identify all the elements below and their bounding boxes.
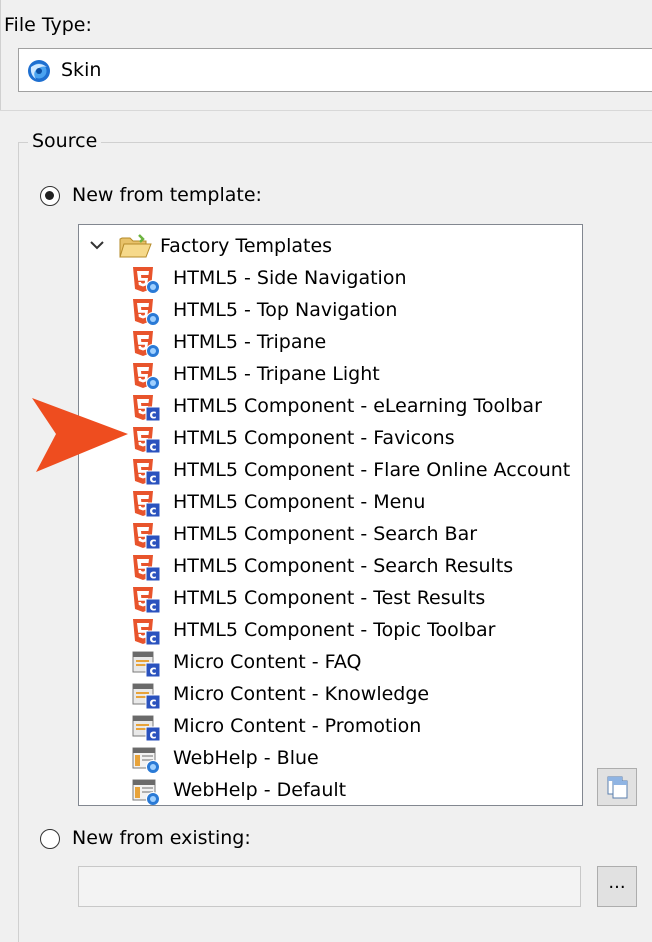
- micro-content-icon: c: [131, 714, 161, 742]
- source-label: Source: [28, 130, 102, 152]
- file-type-label: File Type:: [4, 14, 92, 36]
- html5-skin-icon: [131, 298, 161, 326]
- tree-item-label: Micro Content - FAQ: [173, 651, 362, 673]
- tree-item-label: HTML5 - Top Navigation: [173, 299, 398, 321]
- html5-component-icon: c: [131, 426, 161, 454]
- new-from-existing-radio[interactable]: [40, 829, 60, 849]
- tree-node-label: Factory Templates: [160, 235, 333, 257]
- svg-text:c: c: [149, 696, 156, 710]
- html5-skin-icon: [131, 330, 161, 358]
- new-from-existing-label[interactable]: New from existing:: [72, 827, 251, 849]
- tree-item-label: HTML5 Component - Flare Online Account: [173, 459, 571, 481]
- existing-file-input[interactable]: [78, 866, 581, 907]
- open-folder-icon: [119, 233, 153, 264]
- skin-globe-icon: [27, 59, 51, 83]
- tree-item-label: HTML5 Component - Search Bar: [173, 523, 478, 545]
- file-type-value: Skin: [61, 59, 102, 81]
- tree-item-label: HTML5 Component - Menu: [173, 491, 426, 513]
- left-rule: [0, 0, 1, 110]
- radio-selected-dot: [45, 191, 54, 200]
- svg-text:c: c: [149, 664, 156, 678]
- browse-button[interactable]: ...: [597, 866, 637, 907]
- html5-component-icon: c: [131, 586, 161, 614]
- micro-content-icon: c: [131, 682, 161, 710]
- svg-text:c: c: [149, 728, 156, 742]
- tree-item-label: HTML5 Component - eLearning Toolbar: [173, 395, 542, 417]
- html5-component-icon: c: [131, 522, 161, 550]
- tree-item-label: HTML5 - Side Navigation: [173, 267, 407, 289]
- file-type-field[interactable]: Skin: [18, 48, 652, 92]
- html5-component-icon: c: [131, 554, 161, 582]
- html5-component-icon: c: [131, 394, 161, 422]
- new-from-template-radio[interactable]: [40, 186, 60, 206]
- tree-item-label: WebHelp - Blue: [173, 747, 319, 769]
- html5-skin-icon: [131, 362, 161, 390]
- template-tree[interactable]: Factory Templates HTML5 - Side Navigatio…: [78, 224, 583, 806]
- tree-item-label: HTML5 - Tripane Light: [173, 363, 380, 385]
- tree-item-label: WebHelp - Default: [173, 779, 347, 801]
- tree-item-label: HTML5 Component - Search Results: [173, 555, 514, 577]
- tree-item-label: HTML5 Component - Favicons: [173, 427, 455, 449]
- svg-text:c: c: [149, 472, 156, 486]
- webhelp-icon: [131, 778, 161, 805]
- html5-skin-icon: [131, 266, 161, 294]
- svg-text:c: c: [149, 408, 156, 422]
- html5-component-icon: c: [131, 618, 161, 646]
- new-from-template-label[interactable]: New from template:: [72, 184, 262, 206]
- tree-item-label: Micro Content - Promotion: [173, 715, 422, 737]
- html5-component-icon: c: [131, 458, 161, 486]
- svg-text:c: c: [149, 440, 156, 454]
- svg-text:c: c: [149, 632, 156, 646]
- tree-item-label: HTML5 Component - Topic Toolbar: [173, 619, 496, 641]
- pointer-arrow-icon: [30, 396, 130, 481]
- section-divider: [0, 110, 652, 111]
- svg-text:c: c: [149, 600, 156, 614]
- html5-component-icon: c: [131, 490, 161, 518]
- tree-item-label: HTML5 Component - Test Results: [173, 587, 486, 609]
- chevron-down-icon[interactable]: [89, 235, 105, 260]
- svg-text:c: c: [149, 504, 156, 518]
- micro-content-icon: c: [131, 650, 161, 678]
- tree-item-label: Micro Content - Knowledge: [173, 683, 430, 705]
- tree-item-label: HTML5 - Tripane: [173, 331, 327, 353]
- svg-text:c: c: [149, 568, 156, 582]
- svg-text:c: c: [149, 536, 156, 550]
- webhelp-icon: [131, 746, 161, 774]
- copy-template-button[interactable]: [597, 768, 637, 806]
